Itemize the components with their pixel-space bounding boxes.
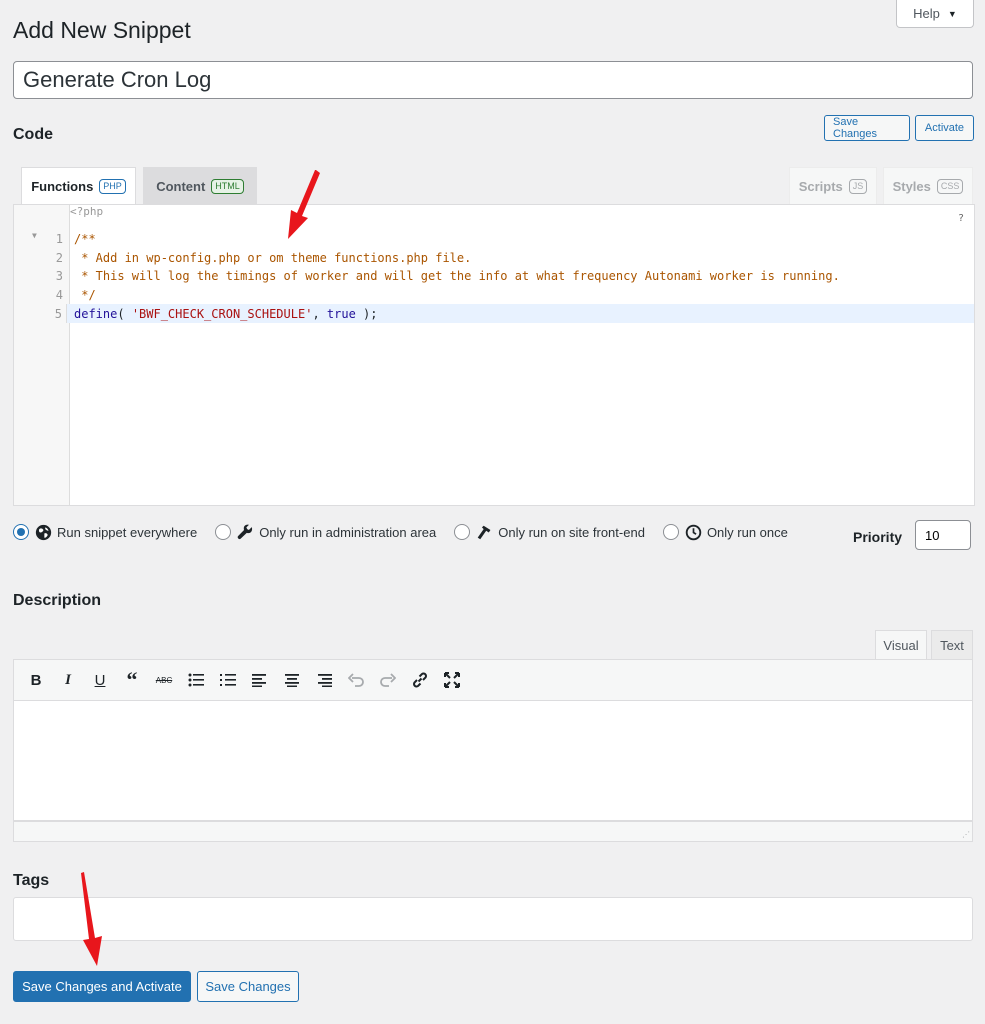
php-open-tag: <?php xyxy=(70,205,104,218)
priority-input[interactable] xyxy=(915,520,971,550)
tab-functions[interactable]: Functions PHP xyxy=(21,167,136,205)
page-title: Add New Snippet xyxy=(13,17,191,43)
tab-styles[interactable]: Styles CSS xyxy=(883,167,973,204)
scope-label-frontend: Only run on site front-end xyxy=(498,524,645,540)
true-atom: true xyxy=(326,306,356,321)
strikethrough-icon[interactable]: ABC xyxy=(150,666,178,694)
save-and-activate-button[interactable]: Save Changes and Activate xyxy=(13,971,191,1002)
underline-icon[interactable]: U xyxy=(86,666,114,694)
tags-input[interactable] xyxy=(13,897,973,941)
fold-arrow-icon[interactable]: ▼ xyxy=(32,231,37,240)
code-editor[interactable]: <?php ? ▼ 1 /** 2 * Add in wp-config.php… xyxy=(13,204,975,506)
tab-content[interactable]: Content HTML xyxy=(143,167,257,204)
tab-functions-label: Functions xyxy=(31,179,94,194)
activate-button[interactable]: Activate xyxy=(915,115,974,141)
numbered-list-icon[interactable] xyxy=(214,666,242,694)
define-keyword: define xyxy=(74,306,118,321)
code-text: /** xyxy=(74,231,96,246)
scope-label-once: Only run once xyxy=(706,524,788,540)
line-number: 3 xyxy=(55,268,63,283)
tags-heading: Tags xyxy=(13,872,50,889)
globe-icon xyxy=(35,524,52,541)
bold-icon[interactable]: B xyxy=(22,666,50,694)
description-editor[interactable] xyxy=(13,701,973,821)
paren-close: ); xyxy=(355,306,378,321)
align-right-icon[interactable] xyxy=(310,666,338,694)
redo-icon[interactable] xyxy=(374,666,402,694)
paren-open: ( xyxy=(117,306,132,321)
comma: , xyxy=(312,306,327,321)
scope-radio-once[interactable] xyxy=(662,524,679,540)
wrench-icon xyxy=(237,524,254,541)
priority-label: Priority xyxy=(853,529,903,545)
link-icon[interactable] xyxy=(406,666,434,694)
scope-options: Run snippet everywhere Only run in admin… xyxy=(13,520,788,544)
tab-scripts[interactable]: Scripts JS xyxy=(789,167,877,204)
scope-radio-everywhere[interactable] xyxy=(13,524,29,540)
code-heading: Code xyxy=(13,126,53,143)
italic-icon[interactable]: I xyxy=(54,666,82,694)
code-text: */ xyxy=(74,287,96,302)
caret-down-icon: ▼ xyxy=(947,8,957,19)
snippet-title-input[interactable] xyxy=(13,61,973,99)
undo-icon[interactable] xyxy=(342,666,370,694)
php-badge: PHP xyxy=(99,179,126,194)
js-badge: JS xyxy=(848,178,868,194)
editor-help-mark[interactable]: ? xyxy=(958,213,964,224)
editor-status-bar: ⋰ xyxy=(13,821,973,842)
code-text: * Add in wp-config.php or om theme funct… xyxy=(74,250,472,265)
line-number: 2 xyxy=(55,250,63,265)
line-number: 1 xyxy=(55,231,63,246)
code-line-4: 4 */ xyxy=(14,285,974,304)
code-text: define( 'BWF_CHECK_CRON_SCHEDULE', true … xyxy=(67,307,377,321)
scope-label-admin: Only run in administration area xyxy=(259,524,437,540)
code-text: * This will log the timings of worker an… xyxy=(74,268,840,283)
scope-radio-admin[interactable] xyxy=(215,524,232,540)
bullet-list-icon[interactable] xyxy=(182,666,210,694)
fullscreen-icon[interactable] xyxy=(438,666,466,694)
code-line-2: 2 * Add in wp-config.php or om theme fun… xyxy=(14,248,974,267)
line-number: 4 xyxy=(55,287,63,302)
save-changes-small-button[interactable]: Save Changes xyxy=(824,115,910,141)
tab-styles-label: Styles xyxy=(892,178,931,194)
line-number: 5 xyxy=(14,304,67,323)
editor-toolbar: B I U “ ABC xyxy=(13,659,973,701)
code-line-1: ▼ 1 /** xyxy=(14,229,974,248)
tab-text[interactable]: Text xyxy=(931,630,973,660)
tab-visual[interactable]: Visual xyxy=(875,630,927,660)
code-line-5: 5 define( 'BWF_CHECK_CRON_SCHEDULE', tru… xyxy=(14,304,974,323)
help-label: Help xyxy=(913,6,940,21)
scope-label-everywhere: Run snippet everywhere xyxy=(57,524,198,540)
hammer-icon xyxy=(476,524,493,541)
help-button[interactable]: Help ▼ xyxy=(896,0,974,28)
align-center-icon[interactable] xyxy=(278,666,306,694)
annotation-arrow-icon xyxy=(288,170,320,239)
scope-radio-frontend[interactable] xyxy=(454,524,471,540)
tab-content-label: Content xyxy=(156,178,206,194)
constant-string: 'BWF_CHECK_CRON_SCHEDULE' xyxy=(131,306,313,321)
blockquote-icon[interactable]: “ xyxy=(118,666,146,694)
tab-scripts-label: Scripts xyxy=(798,178,843,194)
align-left-icon[interactable] xyxy=(246,666,274,694)
css-badge: CSS xyxy=(936,178,964,194)
code-line-3: 3 * This will log the timings of worker … xyxy=(14,266,974,285)
clock-icon xyxy=(685,524,702,541)
annotation-arrow-icon xyxy=(81,872,102,966)
html-badge: HTML xyxy=(211,178,244,194)
resize-handle-icon[interactable]: ⋰ xyxy=(962,830,970,839)
save-changes-button[interactable]: Save Changes xyxy=(197,971,299,1002)
description-heading: Description xyxy=(13,592,102,609)
